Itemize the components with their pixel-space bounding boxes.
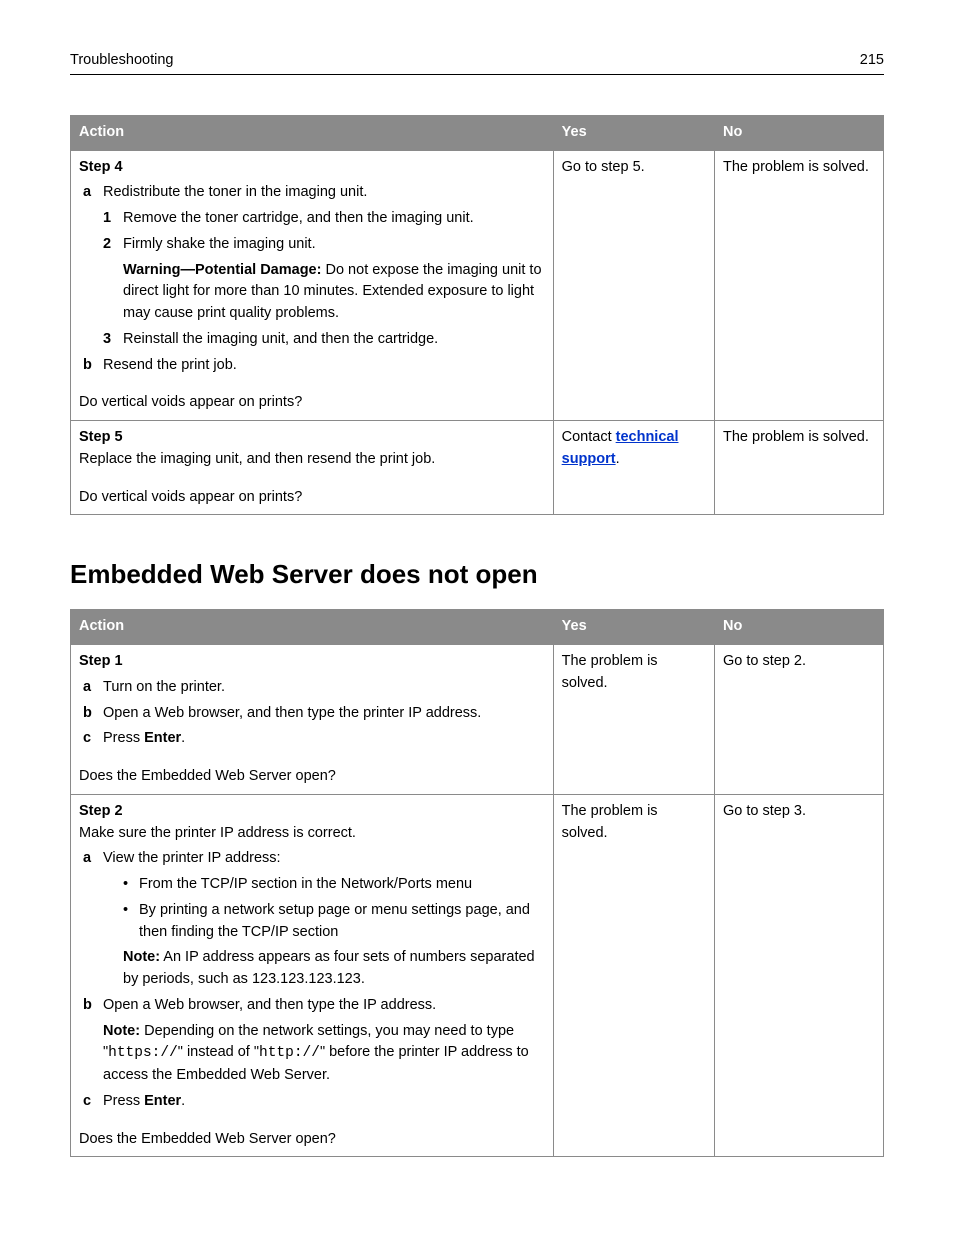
note-text: An IP address appears as four sets of nu… [123,949,535,987]
header-page-number: 215 [860,50,884,72]
list-text: Remove the toner cartridge, and then the… [123,208,474,230]
note-label: Note: [103,1023,140,1039]
list-marker: b [83,355,103,377]
list-text: Open a Web browser, and then type the pr… [103,703,481,725]
table-row: Step 5 Replace the imaging unit, and the… [71,421,884,515]
section-title: Embedded Web Server does not open [70,555,884,594]
code-http: http:// [259,1045,320,1061]
col-action: Action [71,115,554,150]
step-label: Step 1 [79,651,545,673]
warning-block: Warning—Potential Damage: Do not expose … [123,260,545,325]
yes-cell: The problem is solved. [553,794,714,1157]
yes-pre: Contact [562,429,616,445]
yes-cell: Go to step 5. [553,150,714,421]
page-header: Troubleshooting 215 [70,50,884,75]
step-intro: Make sure the printer IP address is corr… [79,823,545,845]
list-marker: b [83,703,103,725]
list-marker: c [83,1091,103,1113]
no-cell: Go to step 2. [714,645,883,795]
note-label: Note: [123,949,160,965]
note-block: Note: Depending on the network settings,… [103,1021,545,1087]
list-item: a Redistribute the toner in the imaging … [83,182,545,204]
yes-cell: The problem is solved. [553,645,714,795]
list-text: Open a Web browser, and then type the IP… [103,995,436,1017]
step-label: Step 2 [79,801,545,823]
list-marker: 2 [103,234,123,256]
list-text: Press Enter. [103,1091,185,1113]
list-item: • By printing a network setup page or me… [123,900,545,944]
list-item: b Resend the print job. [83,355,545,377]
yes-post: . [616,451,620,467]
step-question: Do vertical voids appear on prints? [79,487,545,509]
list-marker: c [83,728,103,750]
table-row: Step 4 a Redistribute the toner in the i… [71,150,884,421]
troubleshoot-table-ews: Action Yes No Step 1 a Turn on the print… [70,609,884,1157]
col-yes: Yes [553,115,714,150]
list-text: By printing a network setup page or menu… [139,900,545,944]
list-text: Reinstall the imaging unit, and then the… [123,329,438,351]
list-text: From the TCP/IP section in the Network/P… [139,874,472,896]
list-marker: a [83,848,103,870]
step-question: Do vertical voids appear on prints? [79,392,545,414]
header-section: Troubleshooting [70,50,173,72]
step-label: Step 5 [79,427,545,449]
yes-cell: Contact technical support. [553,421,714,515]
warning-label: Warning—Potential Damage: [123,262,321,278]
step-question: Does the Embedded Web Server open? [79,1129,545,1151]
list-item: 1 Remove the toner cartridge, and then t… [103,208,545,230]
list-item: a View the printer IP address: [83,848,545,870]
step-label: Step 4 [79,157,545,179]
list-marker: 3 [103,329,123,351]
step-body: Replace the imaging unit, and then resen… [79,449,545,471]
list-item: b Open a Web browser, and then type the … [83,995,545,1017]
bullet-icon: • [123,874,139,896]
list-item: 3 Reinstall the imaging unit, and then t… [103,329,545,351]
list-item: 2 Firmly shake the imaging unit. [103,234,545,256]
list-text: Firmly shake the imaging unit. [123,234,316,256]
list-text: View the printer IP address: [103,848,281,870]
list-item: b Open a Web browser, and then type the … [83,703,545,725]
troubleshoot-table-voids: Action Yes No Step 4 a Redistribute the … [70,115,884,516]
col-no: No [714,115,883,150]
table-row: Step 1 a Turn on the printer. b Open a W… [71,645,884,795]
list-marker: a [83,677,103,699]
list-marker: 1 [103,208,123,230]
code-https: https:// [108,1045,178,1061]
list-text: Press Enter. [103,728,185,750]
list-item: c Press Enter. [83,1091,545,1113]
list-item: a Turn on the printer. [83,677,545,699]
list-item: c Press Enter. [83,728,545,750]
list-item: • From the TCP/IP section in the Network… [123,874,545,896]
list-marker: a [83,182,103,204]
col-action: Action [71,610,554,645]
list-text: Turn on the printer. [103,677,225,699]
note-block: Note: An IP address appears as four sets… [123,947,545,991]
list-text: Redistribute the toner in the imaging un… [103,182,367,204]
list-text: Resend the print job. [103,355,237,377]
col-yes: Yes [553,610,714,645]
list-marker: b [83,995,103,1017]
no-cell: Go to step 3. [714,794,883,1157]
step-question: Does the Embedded Web Server open? [79,766,545,788]
no-cell: The problem is solved. [714,150,883,421]
col-no: No [714,610,883,645]
no-cell: The problem is solved. [714,421,883,515]
bullet-icon: • [123,900,139,944]
table-row: Step 2 Make sure the printer IP address … [71,794,884,1157]
